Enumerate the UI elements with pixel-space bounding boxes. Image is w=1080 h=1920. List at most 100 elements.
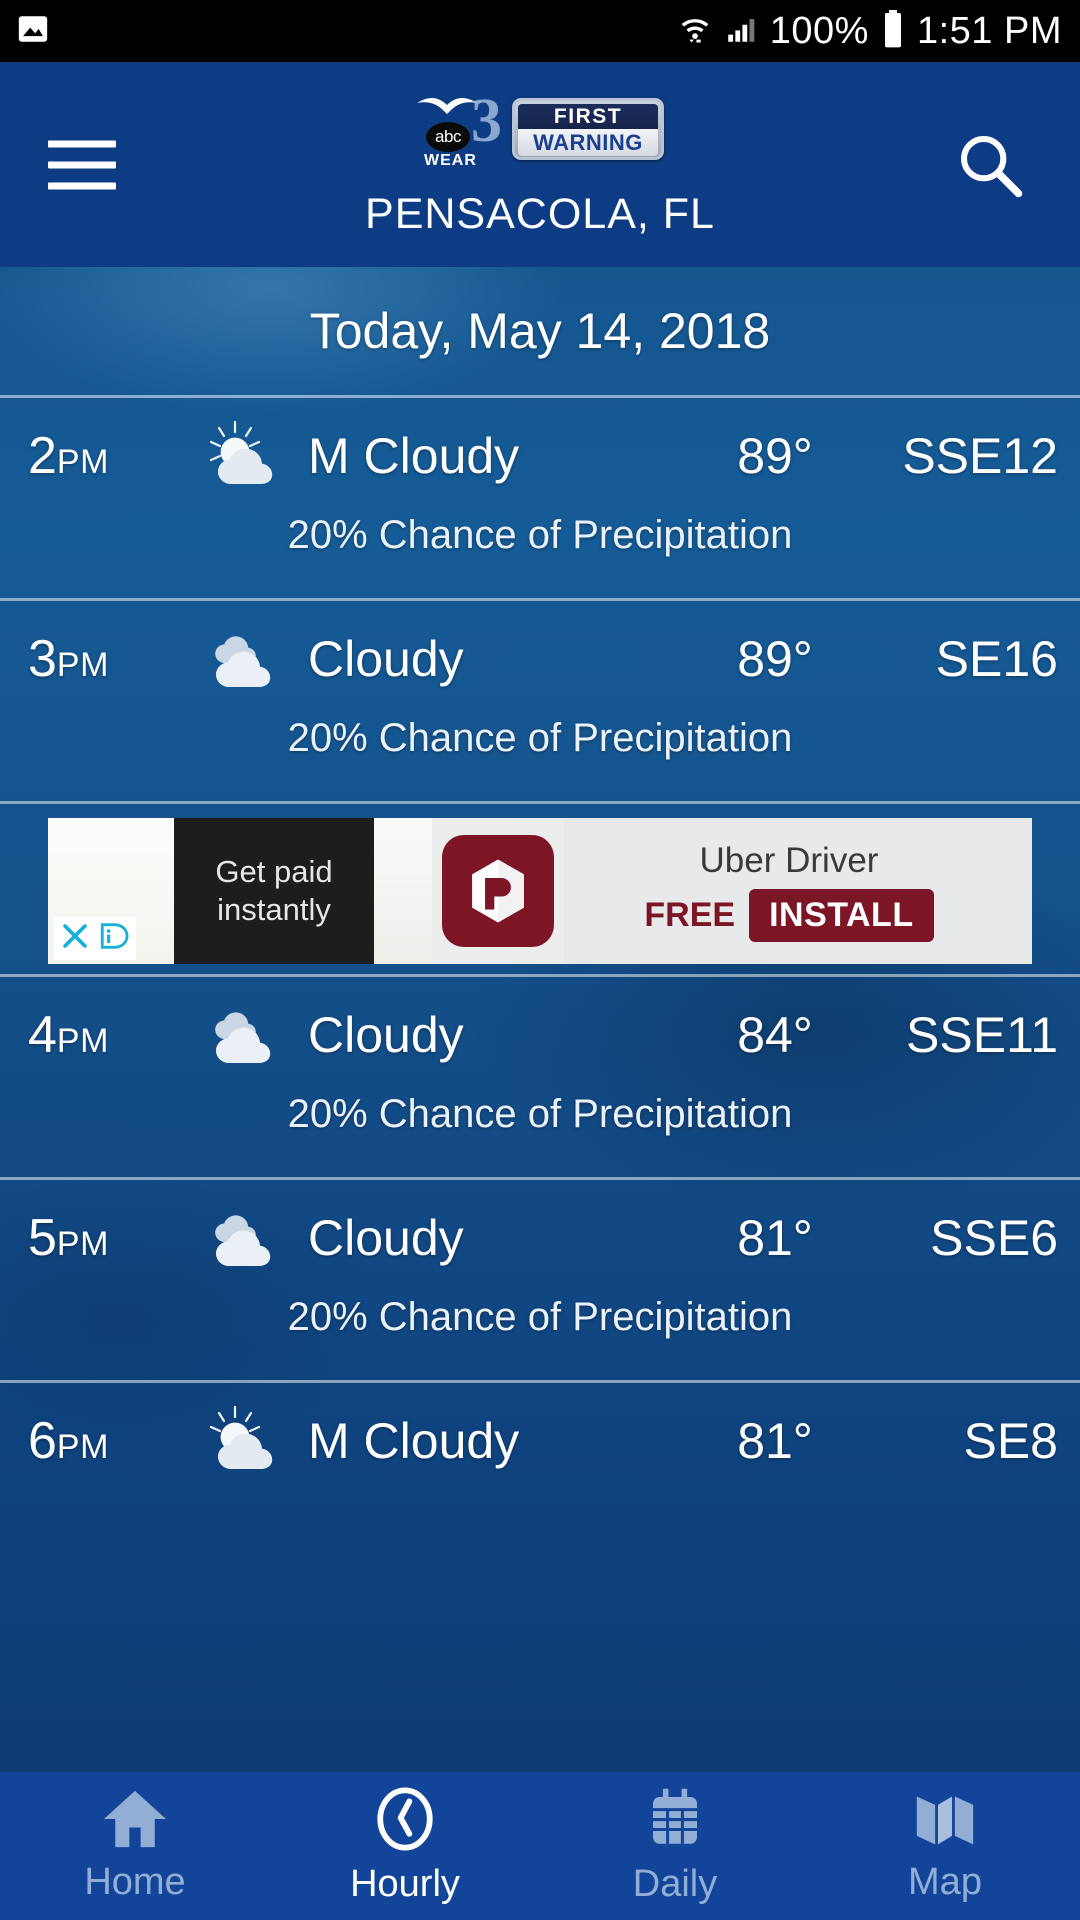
seagull-icon xyxy=(417,97,477,114)
battery-full-icon xyxy=(881,9,905,54)
hour-meridiem: PM xyxy=(56,1224,109,1263)
ad-spacer xyxy=(374,818,432,964)
advertisement-banner[interactable]: Get paid instantly Uber Driver FREE INSTA… xyxy=(0,804,1080,974)
hour-precipitation: 20% Chance of Precipitation xyxy=(287,513,793,557)
battery-percent: 100% xyxy=(769,10,869,52)
brand-logo[interactable]: 3 abc WEAR FIRST WARNING xyxy=(416,88,664,169)
hour-wind: SE8 xyxy=(963,1412,1058,1469)
ad-tagline-line2: instantly xyxy=(217,892,331,927)
station-callsign: WEAR xyxy=(424,152,477,169)
cloudy-icon xyxy=(190,623,300,695)
image-icon xyxy=(14,12,52,51)
hourly-row-main: 5PM Cloudy 81° SSE6 xyxy=(0,1180,1080,1295)
status-bar: 100% 1:51 PM xyxy=(0,0,1080,62)
hour-time: 6PM xyxy=(0,1411,190,1471)
hourly-row[interactable]: 4PM Cloudy 84° SSE11 20% Chance of Preci… xyxy=(0,977,1080,1177)
partly-cloudy-icon xyxy=(190,1405,300,1477)
hamburger-bar xyxy=(48,182,116,189)
map-icon xyxy=(910,1788,980,1855)
hourly-forecast-list[interactable]: Today, May 14, 2018 2PM M Cloudy 89° SSE… xyxy=(0,267,1080,1772)
bottom-navigation: Home Hourly Daily Map xyxy=(0,1772,1080,1920)
hour-condition: Cloudy xyxy=(308,1209,464,1266)
hour-precipitation: 20% Chance of Precipitation xyxy=(287,716,793,760)
uber-driver-app-icon xyxy=(442,835,554,947)
hour-number: 6 xyxy=(28,1411,57,1470)
hour-wind: SSE12 xyxy=(902,427,1058,484)
hour-precipitation: 20% Chance of Precipitation xyxy=(287,1295,793,1339)
status-bar-left xyxy=(14,12,52,51)
hour-condition: M Cloudy xyxy=(308,427,520,484)
hamburger-bar xyxy=(48,140,116,147)
nav-item-hourly[interactable]: Hourly xyxy=(270,1772,540,1920)
hour-condition: M Cloudy xyxy=(308,1412,520,1469)
hour-number: 4 xyxy=(28,1005,57,1064)
hour-temperature: 89° xyxy=(737,630,813,687)
cloudy-icon xyxy=(190,999,300,1071)
wear-abc3-logo: 3 abc WEAR xyxy=(416,88,504,169)
nav-item-daily[interactable]: Daily xyxy=(540,1772,810,1920)
calendar-icon xyxy=(640,1786,710,1857)
first-warning-bottom: WARNING xyxy=(518,129,658,156)
search-icon[interactable] xyxy=(952,127,1028,203)
ad-tagline-line1: Get paid xyxy=(215,854,333,890)
hour-meridiem: PM xyxy=(56,1427,109,1466)
hour-condition: Cloudy xyxy=(308,630,464,687)
cellular-signal-icon xyxy=(724,12,758,51)
ad-cta[interactable]: FREE INSTALL xyxy=(644,888,934,942)
hour-number: 5 xyxy=(28,1208,57,1267)
badge-line-warning: WARNING xyxy=(533,129,643,155)
nav-item-map[interactable]: Map xyxy=(810,1772,1080,1920)
hour-temperature: 81° xyxy=(737,1412,813,1469)
ad-price-label: FREE xyxy=(644,895,736,934)
first-warning-badge: FIRST WARNING xyxy=(512,98,664,160)
hamburger-bar xyxy=(48,161,116,168)
ad-content[interactable]: Get paid instantly Uber Driver FREE INSTA… xyxy=(48,818,1032,964)
nav-label-map: Map xyxy=(908,1861,982,1903)
hour-temperature: 81° xyxy=(737,1209,813,1266)
hourly-row[interactable]: 3PM Cloudy 89° SE16 20% Chance of Precip… xyxy=(0,601,1080,801)
hour-number: 2 xyxy=(28,426,57,485)
hamburger-menu-icon[interactable] xyxy=(48,140,116,189)
nav-label-home: Home xyxy=(84,1861,186,1903)
hour-number: 3 xyxy=(28,629,57,688)
ad-controls[interactable] xyxy=(54,917,136,960)
clock-time: 1:51 PM xyxy=(916,10,1062,52)
hourly-row-main: 3PM Cloudy 89° SE16 xyxy=(0,601,1080,716)
wifi-icon xyxy=(678,12,712,51)
status-bar-right: 100% 1:51 PM xyxy=(678,9,1062,54)
hour-meridiem: PM xyxy=(56,645,109,684)
nav-label-daily: Daily xyxy=(632,1863,718,1905)
hourly-row[interactable]: 6PM M Cloudy 81° SE8 xyxy=(0,1383,1080,1498)
location-label: PENSACOLA, FL xyxy=(365,190,715,238)
first-warning-top: FIRST xyxy=(518,104,658,129)
hourly-row-main: 2PM M Cloudy 89° SSE12 xyxy=(0,398,1080,513)
clock-icon xyxy=(370,1786,440,1857)
date-heading: Today, May 14, 2018 xyxy=(309,303,771,359)
hour-wind: SSE11 xyxy=(906,1006,1058,1063)
hourly-row[interactable]: 2PM M Cloudy 89° SSE12 20% Chance of Pre… xyxy=(0,398,1080,598)
hourly-row-main: 6PM M Cloudy 81° SE8 xyxy=(0,1383,1080,1498)
badge-line-first: FIRST xyxy=(553,104,623,128)
ad-app-name: Uber Driver xyxy=(699,840,879,880)
partly-cloudy-icon xyxy=(190,420,300,492)
ad-tagline: Get paid instantly xyxy=(174,818,374,964)
ad-info: Uber Driver FREE INSTALL xyxy=(564,818,1032,964)
cloudy-icon xyxy=(190,1202,300,1274)
hour-time: 4PM xyxy=(0,1005,190,1065)
hourly-row-main: 4PM Cloudy 84° SSE11 xyxy=(0,977,1080,1092)
hourly-row[interactable]: 5PM Cloudy 81° SSE6 20% Chance of Precip… xyxy=(0,1180,1080,1380)
close-icon[interactable] xyxy=(58,919,92,958)
hour-meridiem: PM xyxy=(56,442,109,481)
adchoices-icon[interactable] xyxy=(98,919,132,958)
hour-time: 5PM xyxy=(0,1208,190,1268)
hour-precipitation: 20% Chance of Precipitation xyxy=(287,1092,793,1136)
hour-wind: SSE6 xyxy=(930,1209,1058,1266)
nav-item-home[interactable]: Home xyxy=(0,1772,270,1920)
nav-label-hourly: Hourly xyxy=(350,1863,460,1905)
hour-wind: SE16 xyxy=(935,630,1058,687)
hour-meridiem: PM xyxy=(56,1021,109,1060)
ad-install-button[interactable]: INSTALL xyxy=(749,888,934,942)
hour-condition: Cloudy xyxy=(308,1006,464,1063)
hour-time: 3PM xyxy=(0,629,190,689)
home-icon xyxy=(100,1788,170,1855)
